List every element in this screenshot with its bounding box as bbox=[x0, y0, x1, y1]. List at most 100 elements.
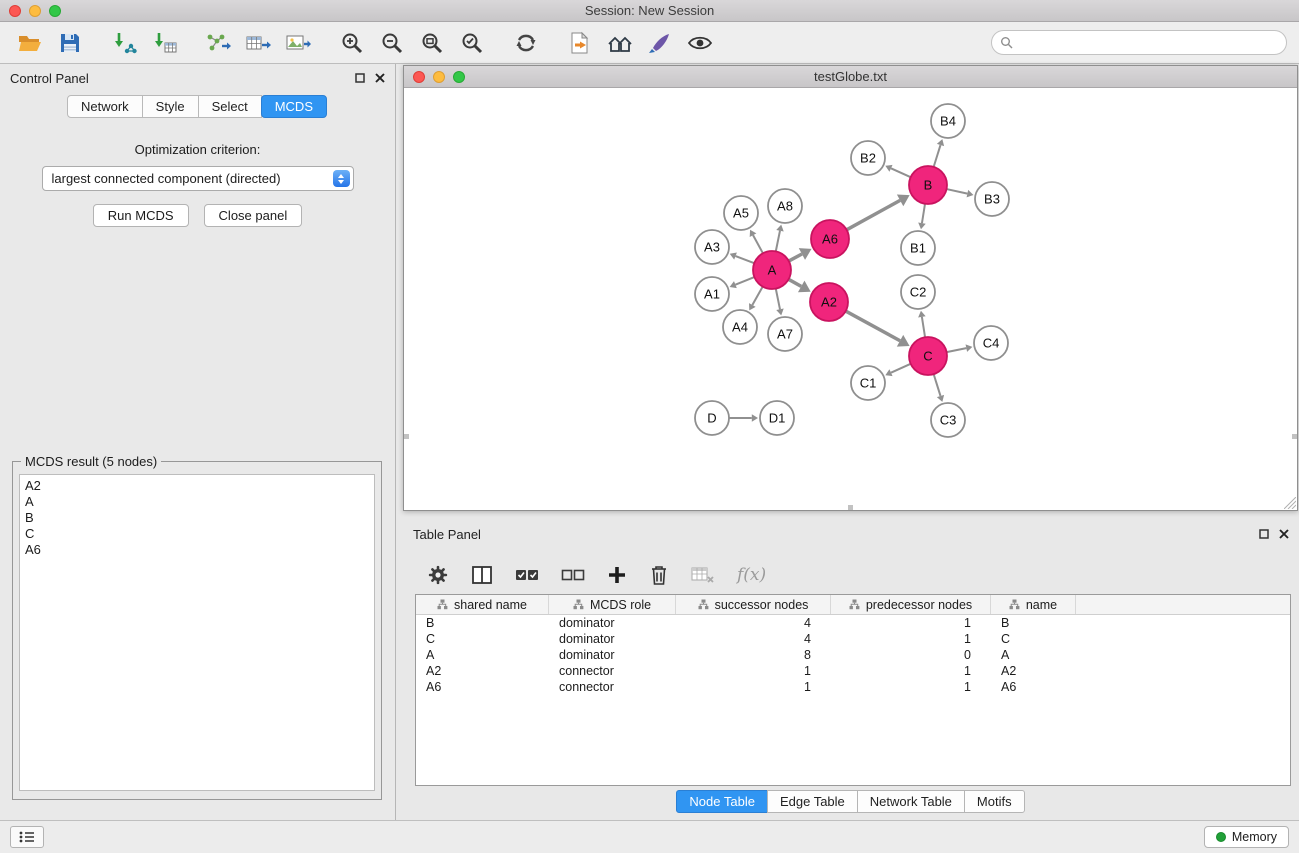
graph-edge-A-A3[interactable] bbox=[730, 252, 755, 263]
mcds-result-item-b[interactable]: B bbox=[25, 510, 369, 526]
graph-edge-B-B4[interactable] bbox=[934, 139, 944, 167]
graph-node-A2[interactable]: A2 bbox=[810, 283, 848, 321]
delete-column-button[interactable] bbox=[649, 564, 669, 586]
import-table-button[interactable] bbox=[148, 27, 180, 59]
zoom-out-button[interactable] bbox=[376, 27, 408, 59]
style-brush-button[interactable] bbox=[644, 27, 676, 59]
task-history-button[interactable] bbox=[10, 826, 44, 848]
tab-mcds[interactable]: MCDS bbox=[261, 95, 327, 118]
tab-network-table[interactable]: Network Table bbox=[857, 790, 965, 813]
add-column-button[interactable] bbox=[607, 565, 627, 585]
graph-node-A1[interactable]: A1 bbox=[695, 277, 729, 311]
memory-button[interactable]: Memory bbox=[1204, 826, 1289, 848]
graph-node-C2[interactable]: C2 bbox=[901, 275, 935, 309]
float-table-panel-button[interactable] bbox=[1259, 529, 1269, 539]
close-window-button[interactable] bbox=[9, 5, 21, 17]
column-header-successor-nodes[interactable]: successor nodes bbox=[676, 595, 831, 614]
graph-node-C[interactable]: C bbox=[909, 337, 947, 375]
zoom-fit-button[interactable] bbox=[416, 27, 448, 59]
tab-select[interactable]: Select bbox=[198, 95, 262, 118]
graph-node-B2[interactable]: B2 bbox=[851, 141, 885, 175]
column-header-MCDS-role[interactable]: MCDS role bbox=[549, 595, 676, 614]
resize-grip-icon[interactable] bbox=[1284, 497, 1296, 509]
deselect-all-button[interactable] bbox=[561, 568, 585, 582]
mcds-result-item-a2[interactable]: A2 bbox=[25, 478, 369, 494]
graph-node-A3[interactable]: A3 bbox=[695, 230, 729, 264]
mcds-result-item-a6[interactable]: A6 bbox=[25, 542, 369, 558]
document-arrow-button[interactable] bbox=[564, 27, 596, 59]
graph-edge-A-A6[interactable] bbox=[789, 248, 812, 261]
graph-edge-A-A8[interactable] bbox=[776, 225, 784, 252]
graph-node-A8[interactable]: A8 bbox=[768, 189, 802, 223]
graph-edge-A-A4[interactable] bbox=[749, 287, 763, 311]
float-panel-button[interactable] bbox=[355, 73, 365, 83]
network-graph[interactable]: B4B2BB3A8A5A6A3B1AC2A1A2A4A7C4CC1DD1C3 bbox=[404, 88, 1297, 509]
table-row-b[interactable]: Bdominator41B bbox=[416, 615, 1290, 631]
show-graphics-details-button[interactable] bbox=[684, 27, 716, 59]
graph-edge-C-C2[interactable] bbox=[918, 311, 926, 337]
mcds-result-item-a[interactable]: A bbox=[25, 494, 369, 510]
graph-edge-A-A2[interactable] bbox=[789, 279, 811, 292]
refresh-layout-button[interactable] bbox=[510, 27, 542, 59]
export-network-button[interactable] bbox=[202, 27, 234, 59]
table-row-a6[interactable]: A6connector11A6 bbox=[416, 679, 1290, 695]
graph-node-B3[interactable]: B3 bbox=[975, 182, 1009, 216]
zoom-selected-button[interactable] bbox=[456, 27, 488, 59]
graph-edge-A-A7[interactable] bbox=[776, 289, 784, 316]
close-mcds-panel-button[interactable]: Close panel bbox=[204, 204, 303, 227]
graph-node-B4[interactable]: B4 bbox=[931, 104, 965, 138]
network-canvas[interactable]: B4B2BB3A8A5A6A3B1AC2A1A2A4A7C4CC1DD1C3 bbox=[404, 88, 1297, 510]
criterion-dropdown[interactable]: largest connected component (directed) bbox=[42, 166, 354, 191]
search-input[interactable] bbox=[1018, 35, 1278, 50]
graph-node-C4[interactable]: C4 bbox=[974, 326, 1008, 360]
save-session-button[interactable] bbox=[54, 27, 86, 59]
close-panel-button[interactable] bbox=[375, 73, 385, 83]
column-header-shared-name[interactable]: shared name bbox=[416, 595, 549, 614]
column-header-predecessor-nodes[interactable]: predecessor nodes bbox=[831, 595, 991, 614]
tab-node-table[interactable]: Node Table bbox=[676, 790, 768, 813]
graph-node-A[interactable]: A bbox=[753, 251, 791, 289]
graph-node-B[interactable]: B bbox=[909, 166, 947, 204]
graph-node-A7[interactable]: A7 bbox=[768, 317, 802, 351]
minimize-window-button[interactable] bbox=[29, 5, 41, 17]
close-table-panel-button[interactable] bbox=[1279, 529, 1289, 539]
graph-edge-A2-C[interactable] bbox=[846, 311, 910, 346]
export-table-button[interactable] bbox=[242, 27, 274, 59]
graph-node-B1[interactable]: B1 bbox=[901, 231, 935, 265]
column-header-name[interactable]: name bbox=[991, 595, 1076, 614]
graph-edge-B-B2[interactable] bbox=[885, 165, 910, 177]
graph-node-A6[interactable]: A6 bbox=[811, 220, 849, 258]
tab-edge-table[interactable]: Edge Table bbox=[767, 790, 858, 813]
graph-node-C3[interactable]: C3 bbox=[931, 403, 965, 437]
network-minimize-button[interactable] bbox=[433, 71, 445, 83]
import-network-button[interactable] bbox=[108, 27, 140, 59]
tab-motifs[interactable]: Motifs bbox=[964, 790, 1025, 813]
graph-edge-A-A5[interactable] bbox=[750, 230, 763, 254]
function-builder-button[interactable]: f(x) bbox=[737, 565, 766, 585]
graph-edge-D-D1[interactable] bbox=[729, 414, 758, 422]
table-settings-button[interactable] bbox=[427, 564, 449, 586]
graph-edge-A-A1[interactable] bbox=[730, 277, 755, 288]
graph-node-C1[interactable]: C1 bbox=[851, 366, 885, 400]
show-columns-button[interactable] bbox=[471, 565, 493, 585]
zoom-in-button[interactable] bbox=[336, 27, 368, 59]
graph-edge-B-B3[interactable] bbox=[947, 189, 974, 197]
clear-table-button[interactable] bbox=[691, 565, 715, 585]
graph-node-D[interactable]: D bbox=[695, 401, 729, 435]
open-file-button[interactable] bbox=[14, 27, 46, 59]
graph-node-A5[interactable]: A5 bbox=[724, 196, 758, 230]
export-image-button[interactable] bbox=[282, 27, 314, 59]
graph-edge-C-C1[interactable] bbox=[885, 364, 910, 376]
graph-edge-C-C4[interactable] bbox=[947, 344, 973, 352]
graph-edge-C-C3[interactable] bbox=[934, 374, 944, 402]
network-zoom-button[interactable] bbox=[453, 71, 465, 83]
mcds-result-item-c[interactable]: C bbox=[25, 526, 369, 542]
home-button[interactable] bbox=[604, 27, 636, 59]
table-row-a2[interactable]: A2connector11A2 bbox=[416, 663, 1290, 679]
graph-node-A4[interactable]: A4 bbox=[723, 310, 757, 344]
graph-edge-A6-B[interactable] bbox=[847, 195, 910, 230]
network-close-button[interactable] bbox=[413, 71, 425, 83]
graph-edge-B-B1[interactable] bbox=[918, 204, 926, 229]
zoom-window-button[interactable] bbox=[49, 5, 61, 17]
table-row-a[interactable]: Adominator80A bbox=[416, 647, 1290, 663]
